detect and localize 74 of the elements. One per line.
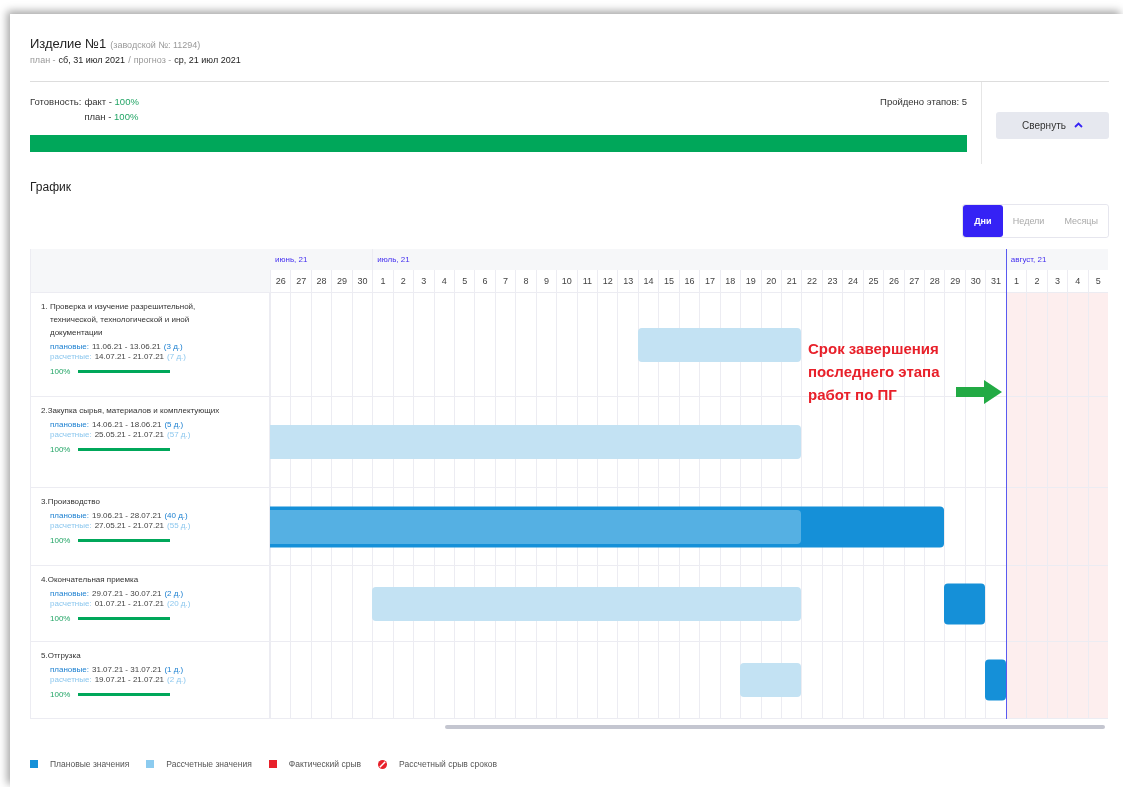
stage-name: 5.Отгрузка bbox=[41, 650, 82, 662]
hatched-circle-icon bbox=[378, 759, 387, 769]
planned-label: плановые: bbox=[50, 511, 89, 520]
legend-label: Плановые значения bbox=[50, 759, 130, 769]
plan-label: план - bbox=[30, 55, 56, 65]
legend-swatch bbox=[30, 760, 38, 768]
percent-text: 100% bbox=[50, 614, 71, 623]
stages-count: Пройдено этапов: 5 bbox=[880, 96, 967, 109]
month-label: июль, 21 bbox=[372, 249, 1006, 270]
legend-swatch bbox=[146, 760, 155, 768]
planned-duration: (1 д.) bbox=[164, 665, 184, 674]
legend-swatch bbox=[268, 760, 277, 768]
planned-bar bbox=[985, 659, 1006, 701]
fact-label: факт - bbox=[84, 96, 112, 107]
month-label: июнь, 21 bbox=[270, 249, 373, 270]
planned-label: плановые: bbox=[50, 665, 89, 674]
planned-duration: (3 д.) bbox=[163, 342, 183, 351]
plan-date: сб, 31 июл 2021 bbox=[58, 55, 126, 65]
planned-duration: (2 д.) bbox=[164, 589, 184, 598]
forecast-label: прогноз - bbox=[133, 55, 172, 65]
calculated-duration: (55 д.) bbox=[167, 521, 191, 530]
calculated-duration: (20 д.) bbox=[167, 599, 191, 608]
planned-dates: 19.06.21 - 28.07.21 bbox=[92, 511, 162, 520]
view-tab[interactable]: Дни bbox=[962, 205, 1003, 237]
calculated-dates: 19.07.21 - 21.07.21 bbox=[94, 675, 165, 684]
month-label: август, 21 bbox=[1005, 249, 1108, 270]
calculated-bar bbox=[740, 663, 802, 697]
percent-text: 100% bbox=[50, 367, 71, 376]
planned-dates: 11.06.21 - 13.06.21 bbox=[92, 342, 161, 351]
forecast-date: ср, 21 июл 2021 bbox=[174, 55, 241, 65]
fact-value: 100% bbox=[114, 96, 139, 107]
schedule-title: График bbox=[30, 180, 72, 194]
calculated-duration: (7 д.) bbox=[167, 352, 186, 361]
serial-number: (заводской №: 11294) bbox=[110, 40, 201, 50]
readiness-label: Готовность: bbox=[30, 96, 82, 107]
plan-value: 100% bbox=[114, 111, 139, 122]
calculated-label: расчетные: bbox=[50, 599, 92, 608]
planned-label: плановые: bbox=[50, 420, 89, 429]
percent-text: 100% bbox=[50, 690, 71, 699]
calculated-label: расчетные: bbox=[50, 430, 92, 439]
percent-text: 100% bbox=[50, 445, 71, 454]
stage-name: 4.Окончательная приемка bbox=[41, 574, 140, 586]
calculated-dates: 14.07.21 - 21.07.21 bbox=[94, 352, 165, 361]
separator: / bbox=[128, 55, 131, 65]
planned-duration: (40 д.) bbox=[164, 511, 188, 520]
annotation-text: Срок завершения последнего этапа работ по ПГ bbox=[808, 339, 941, 405]
scrollbar[interactable] bbox=[445, 725, 1105, 729]
stage-name: 3.Производство bbox=[41, 496, 101, 508]
arrow-icon bbox=[956, 380, 1002, 404]
planned-dates: 31.07.21 - 31.07.21 bbox=[92, 665, 162, 674]
calculated-dates: 01.07.21 - 21.07.21 bbox=[94, 599, 165, 608]
legend-label: Фактический срыв bbox=[288, 759, 361, 769]
calculated-label: расчетные: bbox=[50, 521, 92, 530]
calculated-dates: 25.05.21 - 21.07.21 bbox=[94, 430, 165, 439]
planned-dates: 29.07.21 - 30.07.21 bbox=[92, 589, 162, 598]
planned-label: плановые: bbox=[50, 342, 89, 351]
planned-dates: 14.06.21 - 18.06.21 bbox=[92, 420, 162, 429]
plan-label: план - bbox=[84, 111, 112, 122]
legend-label: Рассчетный срыв сроков bbox=[399, 759, 497, 769]
stage-name: 2.Закупка сырья, материалов и комплектующих bbox=[41, 405, 221, 417]
calculated-duration: (2 д.) bbox=[167, 675, 186, 684]
percent-text: 100% bbox=[50, 536, 71, 545]
planned-label: плановые: bbox=[50, 589, 89, 598]
planned-bar bbox=[944, 583, 986, 624]
collapse-button[interactable]: Свернуть bbox=[996, 111, 1109, 139]
stage-name: 1. Проверка и изучение разрешительной, технической, технологической и иной документации bbox=[41, 301, 197, 339]
product-title: Изделие №1 bbox=[30, 36, 107, 51]
calculated-dates: 27.05.21 - 21.07.21 bbox=[94, 521, 165, 530]
calculated-duration: (57 д.) bbox=[167, 430, 191, 439]
planned-duration: (5 д.) bbox=[164, 420, 184, 429]
chevron-up-icon bbox=[1073, 122, 1083, 128]
calculated-label: расчетные: bbox=[50, 352, 92, 361]
legend-label: Рассчетные значения bbox=[166, 759, 252, 769]
calculated-label: расчетные: bbox=[50, 675, 92, 684]
